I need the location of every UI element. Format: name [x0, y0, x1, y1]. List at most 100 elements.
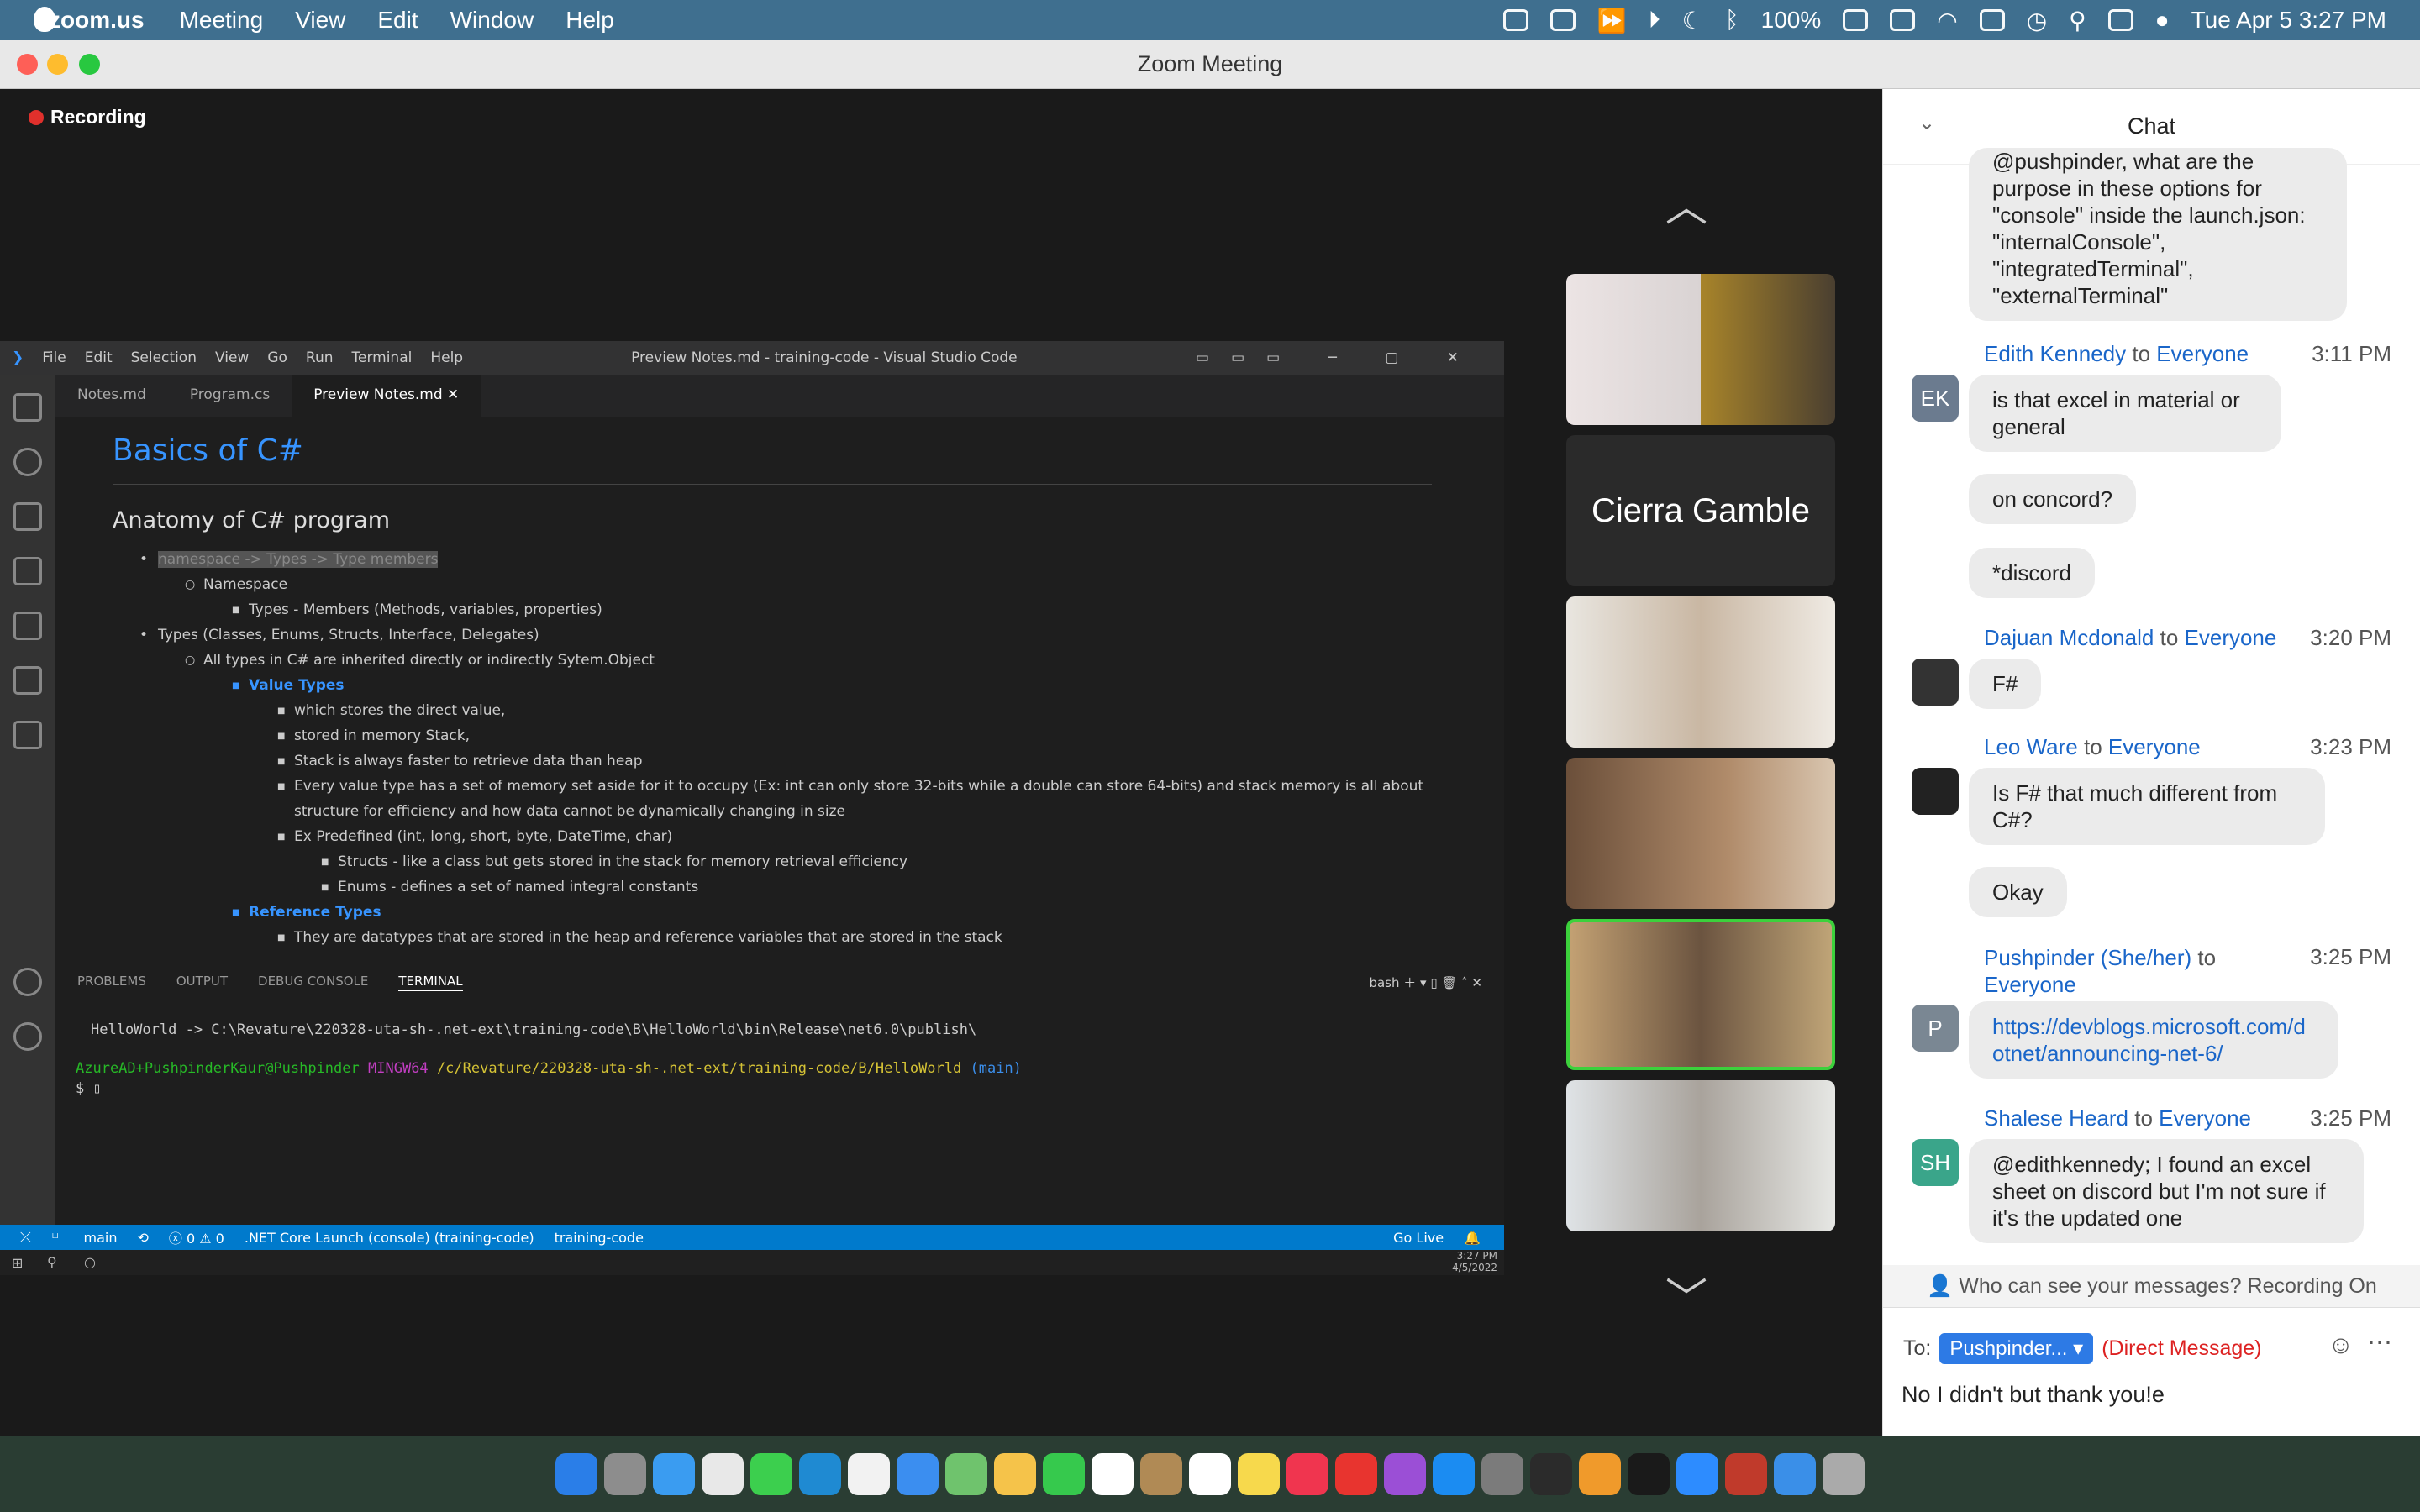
tab-program-cs[interactable]: Program.cs	[168, 375, 292, 417]
trash-icon[interactable]	[1823, 1453, 1865, 1495]
terminal-input-line[interactable]: $ ▯	[76, 1079, 1482, 1099]
chat-collapse-chevron-icon[interactable]: ⌄	[1918, 111, 1935, 135]
active-speaker-video[interactable]	[1566, 919, 1835, 1070]
more-options-icon[interactable]: ⋯	[2367, 1328, 2392, 1357]
close-tab-icon[interactable]: ✕	[447, 386, 459, 403]
vscode-menu-edit[interactable]: Edit	[85, 349, 113, 366]
control-center-icon[interactable]	[2107, 9, 2133, 31]
finder-icon[interactable]	[555, 1453, 597, 1495]
play-icon[interactable]: ⏵	[1649, 7, 1660, 34]
minimize-window-button[interactable]	[47, 54, 68, 75]
fast-forward-icon[interactable]: ⏩	[1597, 7, 1627, 34]
news-icon[interactable]	[1335, 1453, 1377, 1495]
menu-meeting[interactable]: Meeting	[180, 7, 264, 34]
search-icon[interactable]	[13, 448, 42, 476]
participant-name-tile[interactable]: Cierra Gamble	[1566, 435, 1835, 586]
panel-tab-output[interactable]: OUTPUT	[176, 974, 228, 991]
vscode-menu-help[interactable]: Help	[430, 349, 463, 366]
apple-icon[interactable]	[34, 7, 55, 32]
calendar-icon[interactable]	[1092, 1453, 1134, 1495]
siri-icon[interactable]: ●	[2155, 7, 2170, 34]
menu-window[interactable]: Window	[450, 7, 534, 34]
participant-video[interactable]	[1566, 596, 1835, 748]
sender-name[interactable]: Shalese Heard	[1984, 1105, 2128, 1131]
vscode-menu-file[interactable]: File	[42, 349, 66, 366]
safari-icon[interactable]	[653, 1453, 695, 1495]
launchpad-icon[interactable]	[604, 1453, 646, 1495]
drive-icon[interactable]	[1549, 9, 1576, 31]
gallery-up-arrow-icon[interactable]: ︿	[1665, 173, 1707, 234]
reminders-icon[interactable]	[1189, 1453, 1231, 1495]
textedit-icon[interactable]	[848, 1453, 890, 1495]
chrome-icon[interactable]	[702, 1453, 744, 1495]
participant-video[interactable]	[1566, 274, 1835, 425]
menu-help[interactable]: Help	[566, 7, 614, 34]
moon-icon[interactable]: ☾	[1682, 7, 1703, 34]
facetime-icon[interactable]	[1043, 1453, 1085, 1495]
tab-preview-notes[interactable]: Preview Notes.md ✕	[292, 375, 481, 417]
app-store-icon[interactable]	[1433, 1453, 1475, 1495]
bluetooth-icon[interactable]: ᛒ	[1725, 7, 1739, 34]
vscode-icon[interactable]	[799, 1453, 841, 1495]
battery-icon[interactable]	[1843, 9, 1869, 31]
close-window-button[interactable]	[17, 54, 38, 75]
run-debug-icon[interactable]	[13, 557, 42, 585]
sender-name[interactable]: Dajuan Mcdonald	[1984, 625, 2154, 650]
maps-icon[interactable]	[945, 1453, 987, 1495]
remote-explorer-icon[interactable]	[13, 612, 42, 640]
mail-icon[interactable]	[897, 1453, 939, 1495]
status-branch[interactable]: ⑂ main	[51, 1230, 118, 1246]
memory-icon[interactable]	[1979, 9, 2005, 31]
vscode-menu-terminal[interactable]: Terminal	[352, 349, 413, 366]
podcasts-icon[interactable]	[1384, 1453, 1426, 1495]
wifi-icon[interactable]: ◠	[1937, 7, 1957, 34]
menu-view[interactable]: View	[295, 7, 345, 34]
spotlight-search-icon[interactable]: ⚲	[2069, 7, 2086, 34]
source-control-icon[interactable]	[13, 502, 42, 531]
panel-tab-problems[interactable]: PROBLEMS	[77, 974, 146, 991]
terminal-output[interactable]: HelloWorld -> C:\Revature\220328-uta-sh-…	[55, 1001, 1504, 1099]
windows-start-icon[interactable]: ⊞	[12, 1255, 23, 1271]
extensions-icon[interactable]	[13, 666, 42, 695]
message-input[interactable]: No I didn't but thank you!e	[1902, 1382, 2165, 1408]
terminal-icon[interactable]	[1628, 1453, 1670, 1495]
vscode-menu-go[interactable]: Go	[267, 349, 287, 366]
time-machine-icon[interactable]: ◷	[2027, 7, 2047, 34]
gallery-down-arrow-icon[interactable]: ﹀	[1665, 1265, 1707, 1326]
system-preferences-icon[interactable]	[1481, 1453, 1523, 1495]
messages-icon[interactable]	[750, 1453, 792, 1495]
activity-monitor-icon[interactable]	[1530, 1453, 1572, 1495]
tab-notes-md[interactable]: Notes.md	[55, 375, 168, 417]
vscode-menu-run[interactable]: Run	[306, 349, 334, 366]
vscode-window-controls[interactable]: ▭▭▭ ─ ▢ ✕	[1196, 349, 1481, 366]
status-go-live[interactable]: Go Live	[1393, 1230, 1444, 1246]
notifications-bell-icon[interactable]: 🔔	[1464, 1230, 1481, 1246]
photos-icon[interactable]	[994, 1453, 1036, 1495]
status-launch[interactable]: .NET Core Launch (console) (training-cod…	[245, 1230, 534, 1246]
taskbar-cortana-icon[interactable]: ○	[84, 1254, 96, 1270]
emoji-icon[interactable]: ☺	[2328, 1331, 2354, 1360]
dictionary-icon[interactable]	[1725, 1453, 1767, 1495]
sender-name[interactable]: Leo Ware	[1984, 734, 2078, 759]
status-problems[interactable]: ⓧ 0 ⚠ 0	[169, 1227, 224, 1247]
sync-icon[interactable]: ⟲	[137, 1230, 148, 1246]
zoom-icon[interactable]	[1676, 1453, 1718, 1495]
clock[interactable]: Tue Apr 5 3:27 PM	[2191, 7, 2386, 34]
taskbar-clock[interactable]: 3:27 PM 4/5/2022	[1452, 1250, 1497, 1273]
settings-gear-icon[interactable]	[13, 1022, 42, 1051]
participant-video[interactable]	[1566, 758, 1835, 909]
vscode-menu-view[interactable]: View	[215, 349, 249, 366]
fullscreen-window-button[interactable]	[79, 54, 100, 75]
terminal-shell-selector[interactable]: bash ＋ ▾ ▯ 🗑 ˄ ✕	[1369, 974, 1482, 991]
taskbar-search-icon[interactable]: ⚲	[47, 1254, 57, 1270]
explorer-icon[interactable]	[13, 393, 42, 422]
panel-tab-debug-console[interactable]: DEBUG CONSOLE	[258, 974, 368, 991]
panel-tab-terminal[interactable]: TERMINAL	[398, 974, 463, 991]
sublime-icon[interactable]	[1579, 1453, 1621, 1495]
remote-indicator-icon[interactable]: ⤫	[20, 1229, 31, 1246]
status-folder[interactable]: training-code	[555, 1230, 644, 1246]
music-icon[interactable]	[1286, 1453, 1328, 1495]
participant-video[interactable]	[1566, 1080, 1835, 1231]
sender-name[interactable]: Pushpinder (She/her)	[1984, 945, 2191, 970]
keyboard-icon[interactable]	[1890, 9, 1916, 31]
